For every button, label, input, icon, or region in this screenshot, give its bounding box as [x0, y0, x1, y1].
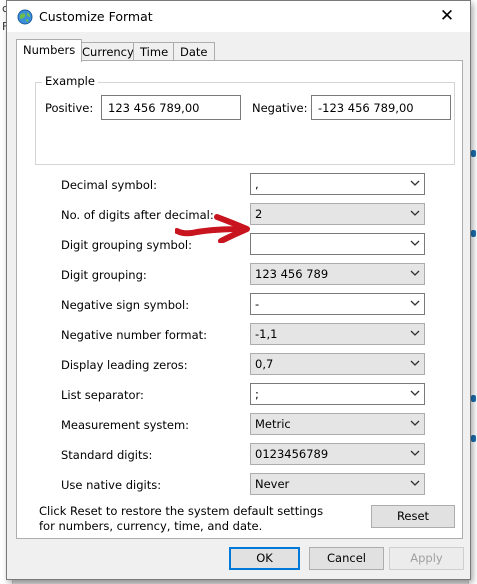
tab-currency[interactable]: Currency — [75, 42, 141, 61]
chevron-down-icon — [410, 420, 420, 426]
chevron-down-icon — [410, 300, 420, 306]
close-icon: ✕ — [439, 6, 455, 26]
tab-date[interactable]: Date — [173, 42, 215, 61]
chevron-down-icon — [410, 390, 420, 396]
chevron-down-icon — [410, 360, 420, 366]
standard-digits-label: Standard digits: — [61, 448, 153, 462]
combo-value: - — [255, 297, 260, 311]
list-separator-combo[interactable]: ; — [250, 383, 425, 405]
digit-grouping-symbol-combo[interactable] — [250, 233, 425, 255]
ok-button[interactable]: OK — [229, 547, 300, 570]
close-button[interactable]: ✕ — [424, 1, 470, 31]
decimal-symbol-label: Decimal symbol: — [61, 178, 157, 192]
negative-example-field: -123 456 789,00 — [311, 95, 451, 120]
measurement-system-dropdown[interactable]: Metric — [250, 413, 425, 435]
standard-digits-dropdown[interactable]: 0123456789 — [250, 443, 425, 465]
chevron-down-icon — [410, 240, 420, 246]
numbers-tab-panel: Example Positive: 123 456 789,00 Negativ… — [16, 60, 463, 539]
digit-grouping-dropdown[interactable]: 123 456 789 — [250, 263, 425, 285]
chevron-down-icon — [410, 210, 420, 216]
tab-numbers[interactable]: Numbers — [16, 39, 83, 62]
display-leading-zeros-label: Display leading zeros: — [61, 358, 188, 372]
customize-format-dialog: Customize Format ✕ Numbers Currency Time… — [6, 0, 471, 580]
background-mark — [471, 230, 476, 237]
combo-value: ; — [255, 387, 259, 401]
tab-time[interactable]: Time — [133, 42, 176, 61]
combo-value: 0123456789 — [255, 447, 329, 461]
cancel-button[interactable]: Cancel — [309, 547, 384, 570]
negative-number-format-label: Negative number format: — [61, 328, 208, 342]
reset-note: Click Reset to restore the system defaul… — [39, 504, 324, 533]
window-title: Customize Format — [39, 9, 153, 24]
chevron-down-icon — [410, 180, 420, 186]
combo-value: 0,7 — [255, 357, 274, 371]
chevron-down-icon — [410, 450, 420, 456]
digits-after-decimal-dropdown[interactable]: 2 — [250, 203, 425, 225]
red-arrow-annotation — [175, 214, 250, 243]
background-mark — [471, 395, 476, 402]
negative-sign-symbol-label: Negative sign symbol: — [61, 298, 190, 312]
chevron-down-icon — [410, 480, 420, 486]
display-leading-zeros-dropdown[interactable]: 0,7 — [250, 353, 425, 375]
chevron-down-icon — [410, 270, 420, 276]
digit-grouping-label: Digit grouping: — [61, 268, 147, 282]
positive-example-field: 123 456 789,00 — [101, 95, 241, 120]
combo-value: Metric — [255, 417, 291, 431]
title-bar: Customize Format ✕ — [7, 1, 470, 32]
globe-icon — [17, 9, 33, 28]
positive-label: Positive: — [45, 101, 94, 115]
example-group: Example Positive: 123 456 789,00 Negativ… — [35, 74, 455, 165]
use-native-digits-label: Use native digits: — [61, 478, 162, 492]
digit-grouping-symbol-label: Digit grouping symbol: — [61, 238, 192, 252]
reset-button[interactable]: Reset — [371, 505, 455, 528]
chevron-down-icon — [410, 330, 420, 336]
combo-value: , — [255, 177, 259, 191]
negative-sign-symbol-combo[interactable]: - — [250, 293, 425, 315]
background-mark — [471, 435, 476, 442]
combo-value: 2 — [255, 207, 263, 221]
decimal-symbol-combo[interactable]: , — [250, 173, 425, 195]
combo-value: Never — [255, 477, 290, 491]
negative-number-format-dropdown[interactable]: -1,1 — [250, 323, 425, 345]
background-mark — [471, 150, 476, 157]
combo-value: -1,1 — [255, 327, 278, 341]
apply-button[interactable]: Apply — [389, 547, 464, 570]
measurement-system-label: Measurement system: — [61, 418, 190, 432]
combo-value: 123 456 789 — [255, 267, 329, 281]
example-group-title: Example — [42, 74, 98, 88]
list-separator-label: List separator: — [61, 388, 144, 402]
use-native-digits-dropdown[interactable]: Never — [250, 473, 425, 495]
negative-label: Negative: — [252, 101, 308, 115]
